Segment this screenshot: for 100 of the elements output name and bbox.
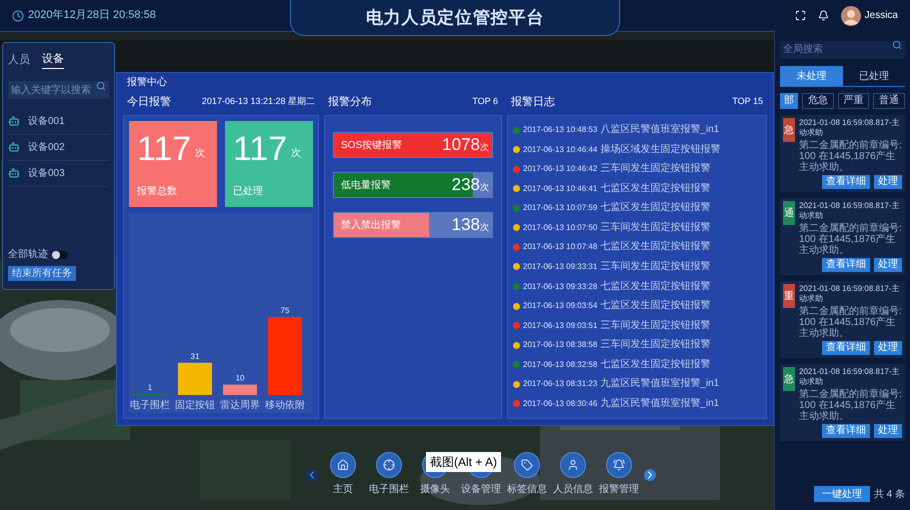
stat-label: 已处理 (233, 184, 264, 199)
notification-icon[interactable] (818, 10, 829, 21)
action-button[interactable]: 处理 (874, 424, 902, 438)
filter-chip[interactable]: 严重 (838, 93, 870, 109)
avatar-icon[interactable] (840, 6, 861, 26)
nav-link[interactable]: 主页 (333, 482, 353, 497)
stat-value: 117 (137, 129, 192, 169)
log-text: 三车间发生固定按钮报警 (600, 222, 710, 234)
bar-value: 1078 (442, 134, 480, 156)
log-text: 操场区域发生固定按钮报警 (600, 144, 720, 156)
bar-category: 固定按钮 (175, 400, 215, 411)
nav-link[interactable]: 电子围栏 (369, 482, 409, 497)
severity-tag: 通 (783, 201, 795, 225)
search-field[interactable]: 输入关键字以搜索 (8, 81, 109, 99)
log-text: 七监区发生固定按钮报警 (600, 241, 710, 254)
end-tasks-button[interactable]: 结束所有任务 (8, 266, 76, 281)
log-time: 2017-06-13 08:30:46 (523, 398, 598, 410)
nav-link[interactable]: 摄像头 (420, 482, 450, 497)
bar-label: SOS按键报警 (340, 138, 402, 152)
search-icon[interactable] (96, 80, 106, 90)
log-text: 七监区发生固定按钮报警 (600, 358, 710, 371)
alert-title: 2021-01-08 16:59:08.817-主动求助 (799, 201, 901, 221)
bar-value: 75 (280, 306, 290, 315)
bulk-process-button[interactable]: 一键处理 (814, 486, 870, 502)
user-name: Jessica (864, 9, 898, 23)
trace-toggle[interactable] (52, 250, 68, 258)
action-button[interactable]: 查看详细 (822, 175, 870, 189)
log-time: 2017-06-13 09:33:28 (523, 280, 598, 292)
stat-unit: 次 (195, 147, 206, 161)
log-time: 2017-06-13 10:46:41 (523, 182, 598, 195)
action-button[interactable]: 查看详细 (822, 258, 870, 272)
filter-chip[interactable]: 部 (780, 93, 798, 109)
bar-label: 低电量报警 (340, 178, 391, 192)
nav-link[interactable]: 人员信息 (553, 482, 593, 497)
action-button[interactable]: 处理 (874, 258, 902, 272)
bar-category: 电子围栏 (130, 400, 170, 411)
action-button[interactable]: 处理 (874, 175, 902, 189)
robot-icon (8, 141, 20, 153)
device-item[interactable]: 设备002 (8, 134, 109, 160)
action-button[interactable]: 处理 (874, 341, 902, 355)
alert-title: 2021-01-08 16:59:08.817-主动求助 (799, 284, 901, 304)
top-count: TOP 6 (472, 95, 498, 108)
log-text: 三车间发生固定按钮报警 (600, 163, 710, 176)
log-time: 2017-06-13 09:03:51 (523, 320, 598, 332)
log-time: 2017-06-13 08:38:58 (523, 339, 598, 352)
alert-title: 2021-01-08 16:59:08.817-主动求助 (799, 367, 901, 387)
nav-link[interactable]: 设备管理 (461, 482, 501, 497)
panel-tab[interactable]: 人员 (8, 51, 30, 68)
log-time: 2017-06-13 08:31:23 (523, 378, 598, 390)
bar-category: 雷达周界 (220, 400, 260, 411)
status-tab[interactable]: 未处理 (780, 66, 842, 86)
total-count: 共 4 条 (874, 488, 905, 502)
log-text: 九监区民警值班室报警_in1 (600, 398, 720, 410)
bar-category: 移动依附 (265, 400, 305, 411)
alert-title: 2021-01-08 16:59:08.817-主动求助 (799, 118, 901, 138)
log-text: 七监区发生固定按钮报警 (600, 300, 710, 312)
stat-label: 报警总数 (137, 184, 178, 199)
action-button[interactable]: 查看详细 (822, 341, 870, 355)
bar-value: 138 (452, 214, 480, 236)
log-text: 八监区民警值班室报警_in1 (600, 124, 720, 136)
search-field[interactable]: 全局搜索 (780, 40, 905, 58)
log-time: 2017-06-13 10:07:50 (523, 222, 598, 234)
fullscreen-icon[interactable] (794, 10, 806, 21)
log-time: 2017-06-13 10:46:44 (523, 144, 598, 156)
toggle-label: 全部轨迹 (8, 248, 48, 262)
robot-icon (8, 167, 20, 179)
panel-tab[interactable]: 设备 (42, 51, 64, 68)
bar-unit: 次 (480, 180, 490, 194)
severity-tag: 急 (783, 367, 795, 391)
action-button[interactable]: 查看详细 (822, 424, 870, 438)
status-tab[interactable]: 已处理 (842, 66, 905, 86)
log-time: 2017-06-13 10:46:42 (523, 163, 598, 176)
nav-link[interactable]: 标签信息 (507, 482, 547, 497)
log-time: 2017-06-13 10:07:59 (523, 202, 598, 214)
bar-value: 10 (236, 374, 244, 383)
log-text: 九监区民警值班室报警_in1 (600, 378, 720, 390)
section-title: 报警分布 (328, 94, 372, 110)
filter-chip[interactable]: 危急 (802, 93, 834, 109)
section-title: 报警日志 (511, 94, 555, 110)
log-text: 七监区发生固定按钮报警 (600, 202, 710, 214)
robot-icon (8, 115, 20, 127)
log-text: 三车间发生固定按钮报警 (600, 260, 710, 273)
alert-text: 第二金属配的前章编号:100 在1445,1876产生主动求助。 (799, 389, 902, 422)
top-count: TOP 15 (732, 95, 763, 108)
log-time: 2017-06-13 08:32:58 (523, 358, 598, 371)
severity-tag: 急 (783, 118, 795, 142)
log-text: 三车间发生固定按钮报警 (600, 320, 710, 332)
device-item[interactable]: 设备001 (8, 108, 109, 134)
log-text: 三车间发生固定按钮报警 (600, 339, 710, 352)
severity-tag: 重 (783, 284, 795, 308)
nav-link[interactable]: 报警管理 (599, 482, 639, 497)
bar-value: 31 (190, 352, 200, 361)
bar-unit: 次 (480, 140, 490, 154)
section-title: 今日报警 (127, 94, 171, 110)
search-icon[interactable] (892, 40, 902, 50)
bar-unit: 次 (480, 220, 490, 234)
bar-label: 禁入禁出报警 (340, 218, 401, 232)
device-item[interactable]: 设备003 (8, 160, 109, 186)
filter-chip[interactable]: 普通 (873, 93, 906, 109)
alert-text: 第二金属配的前章编号:100 在1445,1876产生主动求助。 (799, 140, 902, 173)
